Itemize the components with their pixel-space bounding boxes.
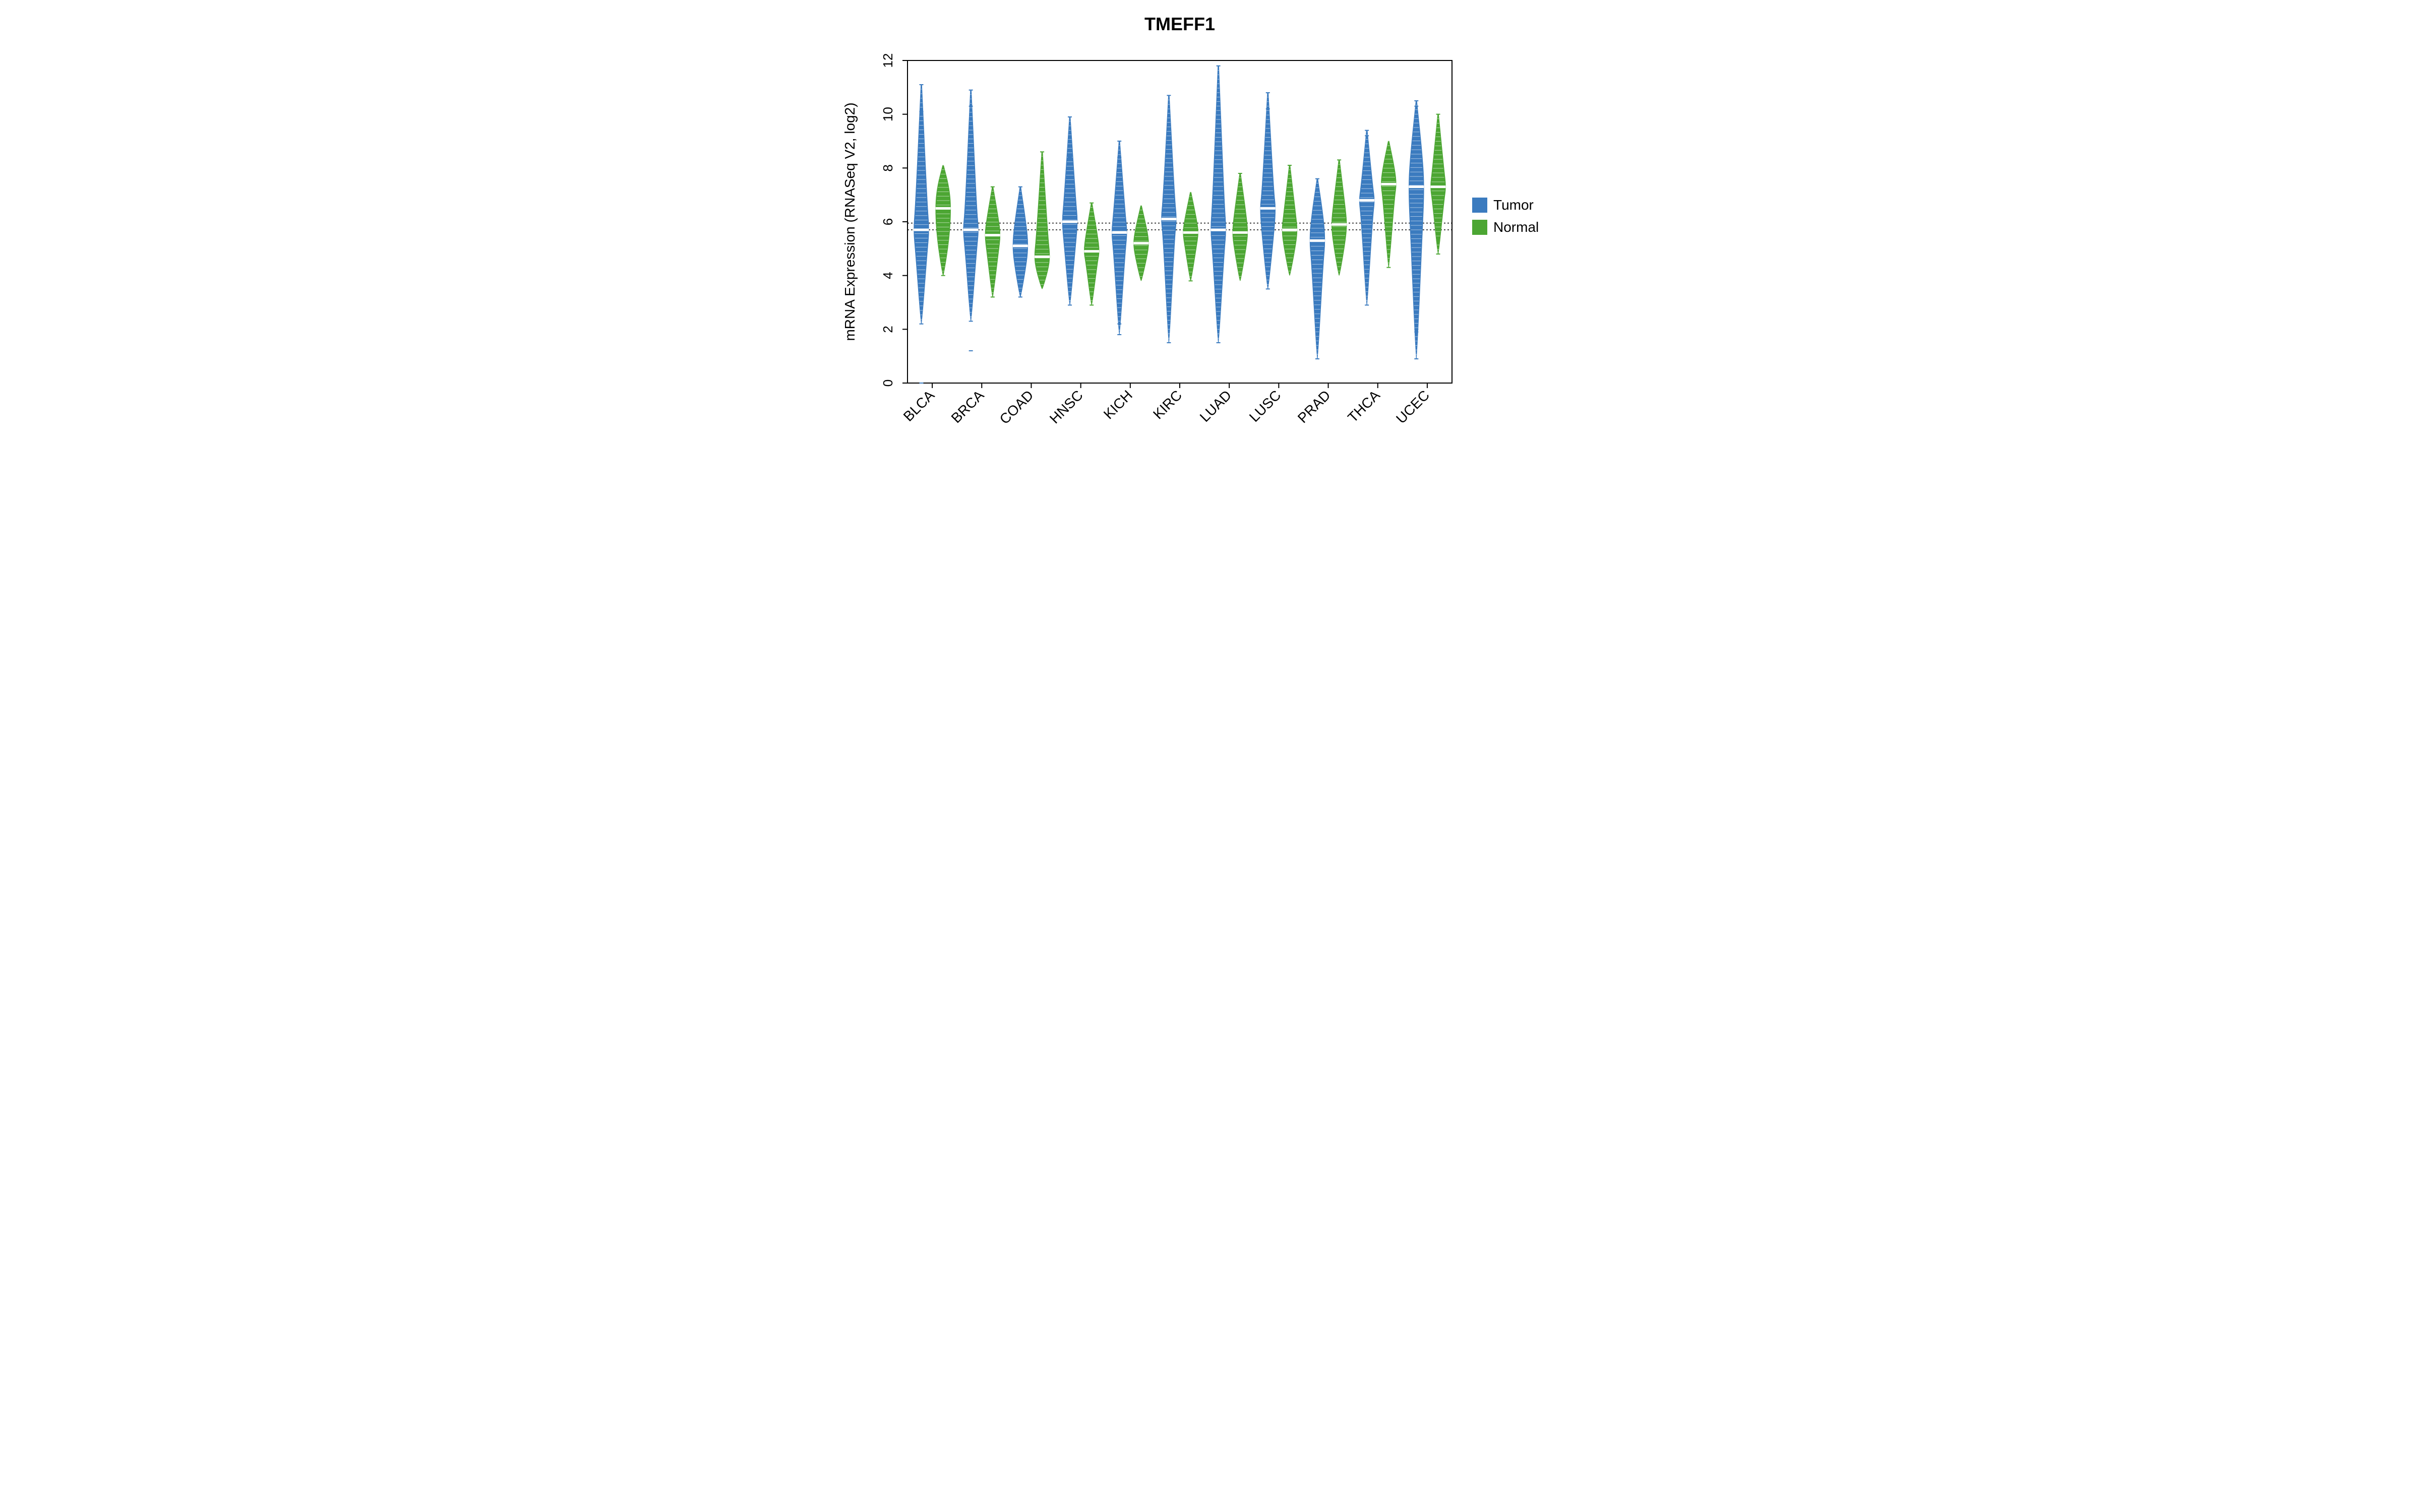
y-tick-label: 6 (880, 218, 895, 225)
x-tick-label: BRCA (948, 387, 987, 426)
x-tick-label: KICH (1101, 387, 1135, 422)
legend-label: Tumor (1493, 197, 1534, 213)
y-tick-label: 4 (880, 272, 895, 279)
y-tick-label: 12 (880, 53, 895, 68)
x-tick-label: COAD (997, 387, 1037, 427)
x-tick-label: LUAD (1197, 387, 1235, 425)
legend-swatch (1472, 220, 1487, 235)
x-tick-label: THCA (1345, 387, 1383, 425)
x-tick-label: KIRC (1150, 387, 1185, 422)
y-tick-label: 2 (880, 326, 895, 333)
x-tick-label: PRAD (1295, 387, 1334, 426)
y-tick-label: 0 (880, 380, 895, 387)
x-tick-label: LUSC (1246, 387, 1284, 425)
x-tick-label: UCEC (1393, 387, 1432, 426)
x-tick-label: BLCA (900, 387, 938, 424)
x-tick-label: HNSC (1047, 387, 1086, 426)
violin-chart: TMEFF1 mRNA Expression (RNASeq V2, log2) 0… (837, 0, 1583, 469)
y-tick-label: 8 (880, 164, 895, 171)
chart-title: TMEFF1 (1144, 14, 1215, 34)
legend-label: Normal (1493, 219, 1539, 235)
y-tick-label: 10 (880, 107, 895, 121)
legend-swatch (1472, 198, 1487, 213)
y-axis-label: mRNA Expression (RNASeq V2, log2) (842, 102, 858, 341)
